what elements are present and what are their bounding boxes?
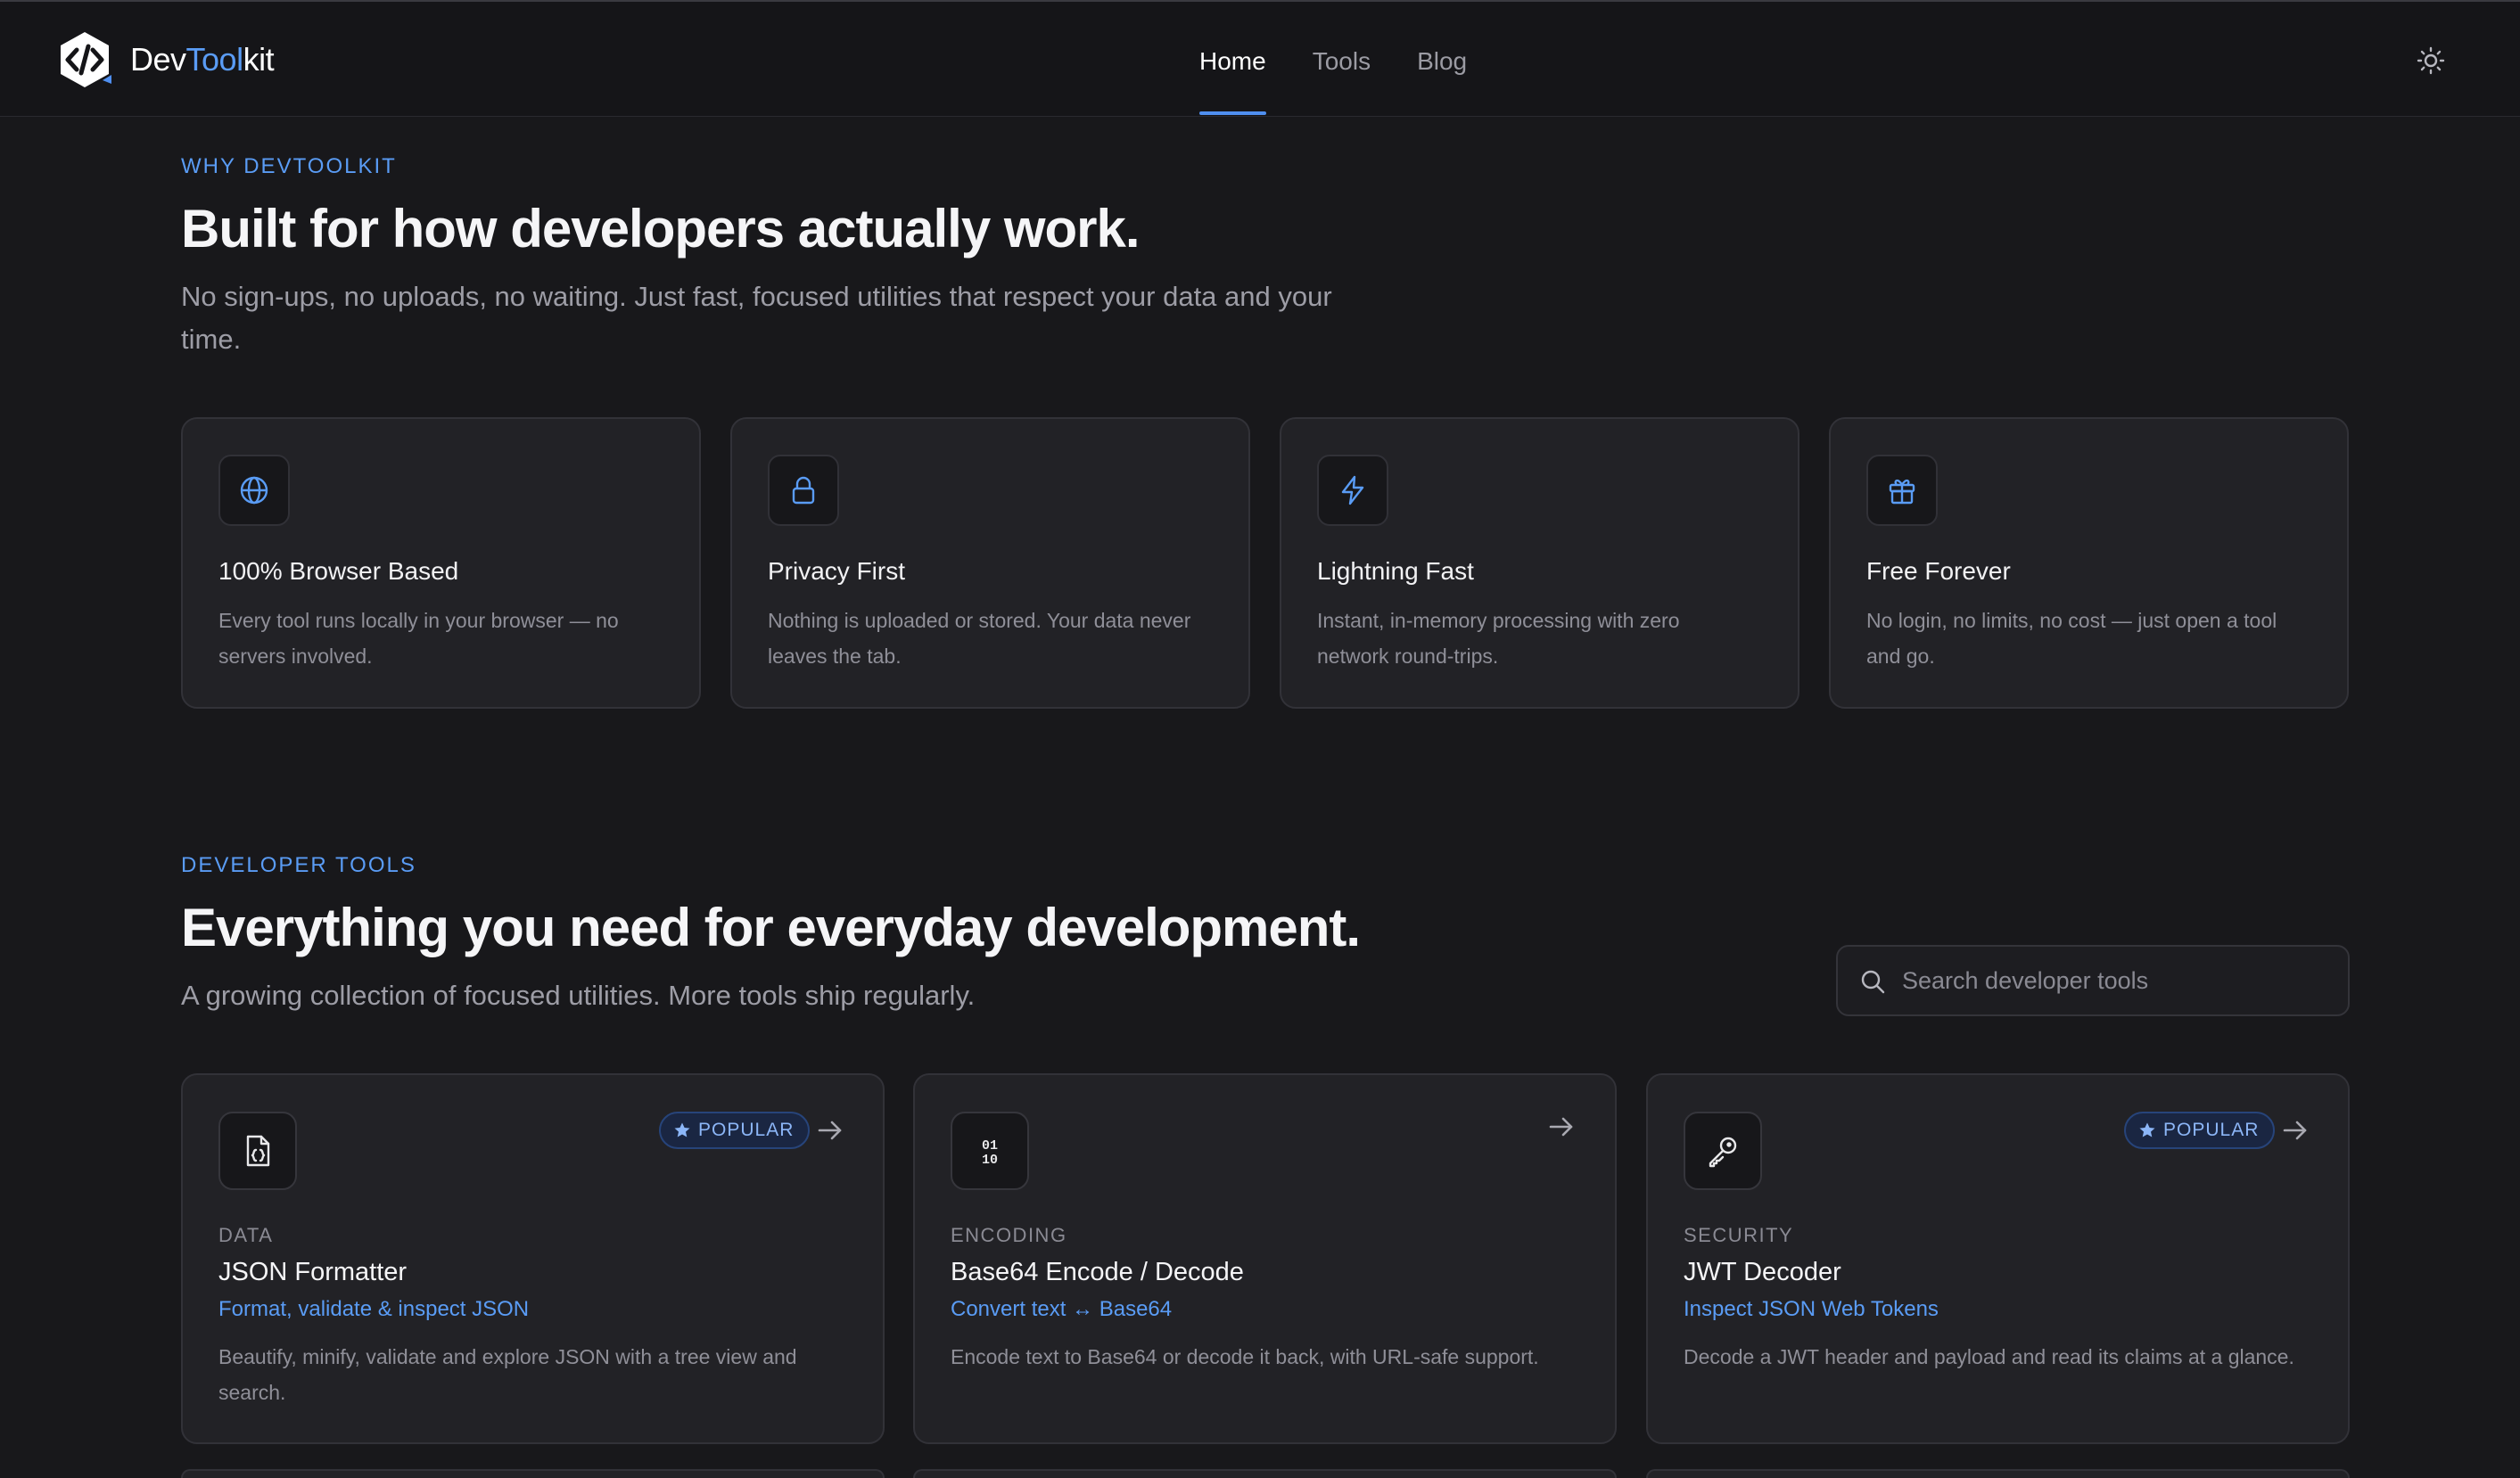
brand-logo-link[interactable]: DevToolkit (55, 29, 275, 90)
brand-name-dev: Dev (130, 41, 186, 78)
tool-description: Beautify, minify, validate and explore J… (218, 1339, 852, 1410)
tool-description-line: Decode a JWT header and payload and read… (1684, 1345, 2294, 1368)
feature-card-free-forever: Free Forever No login, no limits, no cos… (1829, 417, 2349, 709)
tools-title: Everything you need for everyday develop… (181, 898, 1361, 957)
tool-tagline: Inspect JSON Web Tokens (1684, 1297, 1939, 1321)
code-brackets-logo-icon (55, 30, 114, 89)
feature-description-line: No login, no limits, no cost — just open… (1866, 609, 2277, 632)
why-eyebrow: WHY DEVTOOLKIT (181, 154, 397, 178)
svg-text:10: 10 (982, 1153, 998, 1168)
search-icon (1861, 970, 1885, 994)
feature-description: No login, no limits, no cost — just open… (1866, 603, 2312, 674)
feature-card-browser-based: 100% Browser Based Every tool runs local… (181, 417, 701, 709)
tool-description: Encode text to Base64 or decode it back,… (951, 1339, 1584, 1375)
tool-title: JSON Formatter (218, 1258, 408, 1286)
arrow-right-icon[interactable] (814, 1114, 846, 1146)
lock-icon (768, 455, 839, 526)
nav-blog[interactable]: Blog (1417, 2, 1467, 117)
feature-title: Lightning Fast (1317, 557, 1474, 585)
feature-description: Instant, in-memory processing with zero … (1317, 603, 1763, 674)
tool-category: ENCODING (951, 1224, 1067, 1246)
feature-title: Free Forever (1866, 557, 2011, 585)
feature-description-line: Instant, in-memory processing with zero (1317, 609, 1680, 632)
tool-description-line: search. (218, 1381, 286, 1404)
tool-search-box[interactable] (1836, 945, 2350, 1016)
brand-name-kit: kit (243, 41, 275, 78)
brand-name-tool: Tool (185, 41, 244, 78)
nav-home[interactable]: Home (1199, 2, 1266, 117)
tool-tagline: Format, validate & inspect JSON (218, 1297, 530, 1321)
tool-category: DATA (218, 1224, 274, 1246)
star-icon (674, 1122, 690, 1137)
tools-eyebrow: DEVELOPER TOOLS (181, 853, 416, 877)
tool-card-base64[interactable]: 01 10 ENCODING Base64 Encode / Decode Con… (913, 1073, 1617, 1444)
top-navigation-bar: DevToolkit Home Tools Blog (0, 0, 2520, 117)
feature-card-lightning-fast: Lightning Fast Instant, in-memory proces… (1280, 417, 1799, 709)
json-file-icon (218, 1112, 297, 1190)
lightning-icon (1317, 455, 1388, 526)
popular-badge: POPULAR (2124, 1112, 2276, 1149)
why-subtitle-line-2: time. (181, 324, 242, 355)
feature-description-line: leaves the tab. (768, 645, 902, 668)
tool-tagline: Convert text ↔ Base64 (951, 1297, 1173, 1321)
binary-icon: 01 10 (951, 1112, 1029, 1190)
nav-tools[interactable]: Tools (1313, 2, 1371, 117)
tools-subtitle: A growing collection of focused utilitie… (181, 980, 976, 1011)
why-title: Built for how developers actually work. (181, 199, 1141, 259)
tool-title: JWT Decoder (1684, 1258, 1841, 1286)
feature-description: Nothing is uploaded or stored. Your data… (768, 603, 1214, 674)
star-icon (2139, 1122, 2155, 1137)
tool-description: Decode a JWT header and payload and read… (1684, 1339, 2317, 1375)
arrow-right-icon[interactable] (2279, 1114, 2311, 1146)
feature-description-line: network round-trips. (1317, 645, 1499, 668)
popular-badge-label: POPULAR (2163, 1120, 2260, 1140)
tool-title: Base64 Encode / Decode (951, 1258, 1244, 1286)
globe-icon (218, 455, 290, 526)
tool-card-jwt-decoder[interactable]: POPULAR SECURITY JWT Decoder Inspect JSO… (1646, 1073, 2350, 1444)
theme-toggle-button[interactable] (2413, 43, 2449, 78)
feature-description-line: Nothing is uploaded or stored. Your data… (768, 609, 1191, 632)
feature-card-privacy-first: Privacy First Nothing is uploaded or sto… (730, 417, 1250, 709)
feature-description-line: and go. (1866, 645, 1935, 668)
svg-text:01: 01 (982, 1138, 998, 1154)
popular-badge-label: POPULAR (698, 1120, 795, 1140)
brand-name: DevToolkit (130, 41, 275, 78)
search-input[interactable] (1902, 947, 2330, 1014)
feature-title: 100% Browser Based (218, 557, 459, 585)
arrow-right-icon[interactable] (1545, 1111, 1577, 1143)
sun-icon (2417, 46, 2445, 75)
feature-description: Every tool runs locally in your browser … (218, 603, 664, 674)
main-nav: Home Tools Blog (1199, 2, 1467, 117)
tool-card-next-row (181, 1469, 885, 1478)
popular-badge: POPULAR (659, 1112, 811, 1149)
feature-title: Privacy First (768, 557, 905, 585)
why-subtitle: No sign-ups, no uploads, no waiting. Jus… (181, 275, 1429, 361)
gift-icon (1866, 455, 1938, 526)
feature-description-line: servers involved. (218, 645, 373, 668)
why-subtitle-line-1: No sign-ups, no uploads, no waiting. Jus… (181, 281, 1332, 312)
tool-card-next-row (1646, 1469, 2350, 1478)
feature-description-line: Every tool runs locally in your browser … (218, 609, 619, 632)
tool-card-json-formatter[interactable]: POPULAR DATA JSON Formatter Format, vali… (181, 1073, 885, 1444)
tool-description-line: Beautify, minify, validate and explore J… (218, 1345, 797, 1368)
tool-description-line: Encode text to Base64 or decode it back,… (951, 1345, 1539, 1368)
tool-category: SECURITY (1684, 1224, 1794, 1246)
tool-card-next-row (913, 1469, 1617, 1478)
key-icon (1684, 1112, 1762, 1190)
